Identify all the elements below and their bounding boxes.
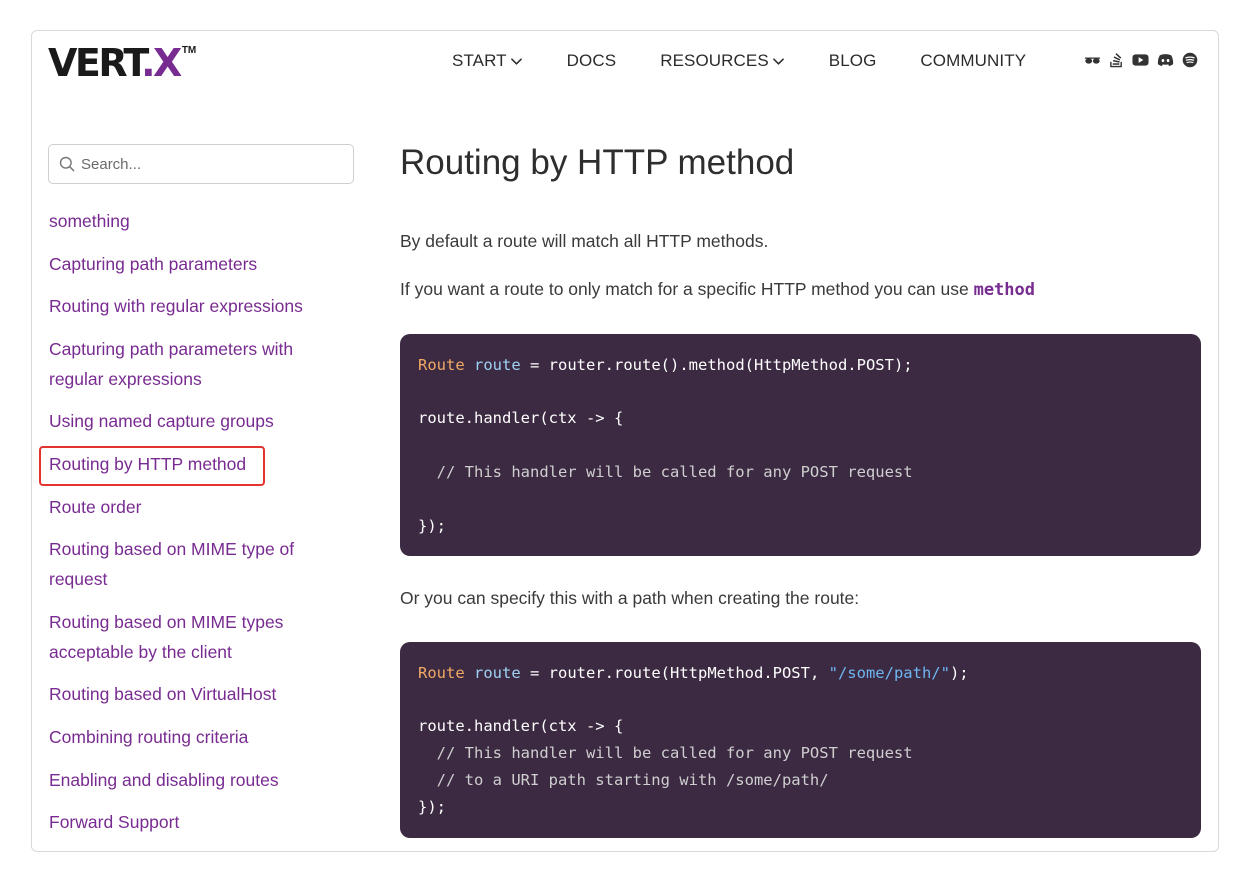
paragraph-method: If you want a route to only match for a …	[400, 279, 1035, 300]
toc-item[interactable]: Route order	[49, 492, 339, 522]
code-line: route.handler(ctx -> {	[418, 717, 624, 735]
nav-start-label: START	[452, 51, 507, 70]
nav-resources-label: RESOURCES	[660, 51, 769, 70]
community-icon[interactable]	[1182, 52, 1198, 68]
code-comment: // This handler will be called for any P…	[418, 744, 913, 762]
nav-docs-label: DOCS	[566, 51, 617, 70]
social-links	[1084, 52, 1198, 68]
search-input[interactable]	[81, 155, 341, 173]
nav-community[interactable]: COMMUNITY	[920, 51, 1026, 71]
toc-item[interactable]: Capturing path parameters with regular e…	[49, 334, 339, 394]
code-line: });	[418, 798, 446, 816]
paragraph-intro: By default a route will match all HTTP m…	[400, 231, 769, 251]
toc-item[interactable]: Routing based on MIME type of request	[49, 534, 339, 594]
logo-dot: .	[141, 41, 155, 85]
youtube-icon[interactable]	[1132, 53, 1149, 67]
paragraph-method-text: If you want a route to only match for a …	[400, 279, 974, 299]
top-nav: START DOCS RESOURCES BLOG COMMUNITY	[452, 49, 1026, 73]
code-text: );	[949, 664, 969, 682]
code-block-1: Route route = router.route().method(Http…	[400, 334, 1201, 556]
stack-overflow-icon[interactable]	[1109, 52, 1124, 68]
page-frame: VERT.X TM START DOCS RESOURCES BLOG COMM…	[31, 30, 1219, 852]
code-line: Route route = router.route(HttpMethod.PO…	[418, 664, 969, 682]
toc-item[interactable]: Routing based on MIME types acceptable b…	[49, 607, 339, 667]
code-keyword: Route	[418, 356, 465, 374]
discord-icon[interactable]	[1157, 53, 1174, 67]
toc-item-active[interactable]: Routing by HTTP method	[39, 445, 339, 486]
logo-trademark: TM	[181, 45, 197, 56]
toc-item[interactable]: Combining routing criteria	[49, 722, 339, 752]
code-text: = router.route().method(HttpMethod.POST)…	[520, 356, 913, 374]
code-comment: // This handler will be called for any P…	[418, 463, 913, 481]
code-keyword: Route	[418, 664, 465, 682]
nav-blog-label: BLOG	[828, 51, 877, 70]
sidebar-toc: something Capturing path parameters Rout…	[39, 206, 339, 850]
chevron-down-icon	[510, 57, 522, 65]
toc-item[interactable]: Forward Support	[49, 807, 339, 837]
code-variable: route	[474, 356, 521, 374]
code-string: "/some/path/"	[828, 664, 950, 682]
code-line: });	[418, 517, 446, 535]
chevron-down-icon	[772, 57, 784, 65]
vertx-logo[interactable]: VERT.X TM	[48, 43, 196, 87]
toc-item[interactable]: Routing with regular expressions	[49, 291, 339, 321]
toc-item[interactable]: Using named capture groups	[49, 406, 339, 436]
page-title: Routing by HTTP method	[400, 143, 795, 182]
logo-x: X	[153, 41, 182, 85]
toc-item[interactable]: Capturing path parameters	[49, 249, 339, 279]
code-comment: // to a URI path starting with /some/pat…	[418, 771, 829, 789]
nav-community-label: COMMUNITY	[920, 51, 1027, 70]
logo-main: VERT	[48, 41, 144, 85]
toc-item[interactable]: Enabling and disabling routes	[49, 765, 339, 795]
code-line: Route route = router.route().method(Http…	[418, 356, 913, 374]
toc-item[interactable]: something	[49, 206, 339, 236]
code-text: = router.route(HttpMethod.POST,	[520, 664, 829, 682]
sunglasses-icon[interactable]	[1084, 53, 1101, 67]
search-icon	[59, 156, 75, 172]
inline-code-method: method	[973, 280, 1035, 300]
code-line: route.handler(ctx -> {	[418, 409, 624, 427]
nav-blog[interactable]: BLOG	[829, 51, 877, 71]
toc-item[interactable]: Routing based on VirtualHost	[49, 679, 339, 709]
code-variable: route	[474, 664, 521, 682]
search-box[interactable]	[48, 144, 354, 184]
nav-start[interactable]: START	[452, 51, 523, 71]
code-block-2: Route route = router.route(HttpMethod.PO…	[400, 642, 1201, 838]
nav-resources[interactable]: RESOURCES	[660, 51, 785, 71]
paragraph-path: Or you can specify this with a path when…	[400, 588, 860, 608]
nav-docs[interactable]: DOCS	[567, 51, 617, 71]
